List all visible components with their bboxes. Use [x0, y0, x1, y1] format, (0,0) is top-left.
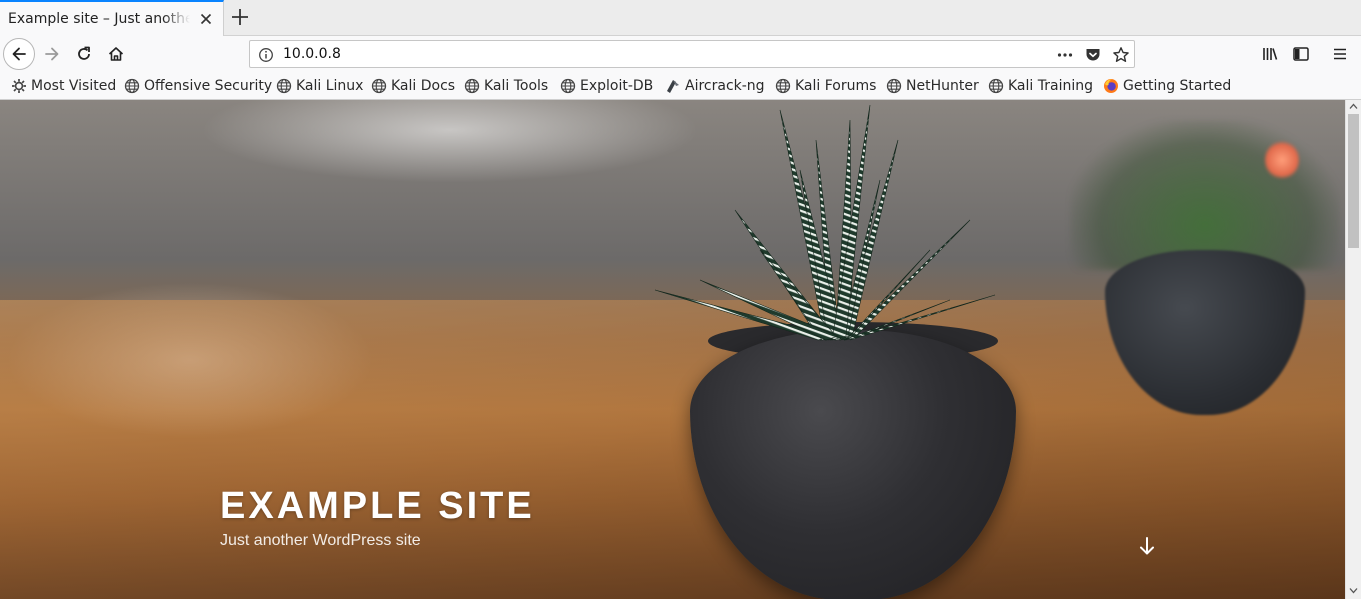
bookmark-label: Kali Tools: [484, 78, 549, 94]
globe-icon: [988, 78, 1004, 94]
hero-image: [0, 100, 1345, 599]
hamburger-menu-icon: [1334, 48, 1346, 60]
tab-title: Example site – Just another WordPress si…: [8, 11, 190, 27]
page-content: EXAMPLE SITE Just another WordPress site: [0, 100, 1345, 599]
navigation-toolbar: 10.0.0.8: [0, 36, 1361, 72]
scroll-down-small-icon[interactable]: [1349, 586, 1358, 595]
arrow-down-icon[interactable]: [1135, 534, 1159, 558]
zebra-plant: [654, 104, 996, 341]
address-bar[interactable]: 10.0.0.8: [249, 40, 1135, 68]
bookmarks-toolbar: Most Visited Offensive Security Kali Lin…: [0, 72, 1361, 100]
bookmark-label: Most Visited: [31, 78, 117, 94]
back-button[interactable]: [3, 38, 35, 70]
bookmark-kali-forums[interactable]: Kali Forums: [775, 77, 876, 95]
bookmark-label: Kali Docs: [391, 78, 456, 94]
tab-active[interactable]: Example site – Just another WordPress si…: [0, 0, 224, 36]
bookmark-getting-started[interactable]: Getting Started: [1103, 77, 1231, 95]
globe-icon: [276, 78, 292, 94]
reload-button[interactable]: [70, 40, 98, 68]
site-title[interactable]: EXAMPLE SITE: [220, 486, 535, 526]
bookmark-kali-linux[interactable]: Kali Linux: [276, 77, 363, 95]
pocket-icon[interactable]: [1084, 46, 1102, 64]
scrollbar-thumb[interactable]: [1348, 114, 1359, 248]
vertical-scrollbar[interactable]: [1345, 100, 1361, 599]
plus-icon[interactable]: [229, 6, 251, 28]
forward-button[interactable]: [38, 40, 66, 68]
ellipsis-icon[interactable]: [1056, 46, 1074, 64]
home-button[interactable]: [102, 40, 130, 68]
site-tagline: Just another WordPress site: [220, 532, 421, 549]
bookmark-label: Kali Linux: [296, 78, 364, 94]
scroll-up-icon[interactable]: [1349, 102, 1358, 111]
bookmark-kali-tools[interactable]: Kali Tools: [464, 77, 548, 95]
bookmark-label: Kali Training: [1008, 78, 1093, 94]
bookmark-nethunter[interactable]: NetHunter: [886, 77, 979, 95]
bookmark-kali-training[interactable]: Kali Training: [988, 77, 1093, 95]
globe-icon: [775, 78, 791, 94]
star-icon[interactable]: [1112, 46, 1130, 64]
background-plant: [1070, 120, 1340, 270]
bookmark-label: NetHunter: [906, 78, 979, 94]
globe-icon: [124, 78, 140, 94]
globe-icon: [560, 78, 576, 94]
firefox-icon: [1104, 79, 1118, 93]
bookmark-most-visited[interactable]: Most Visited: [11, 77, 116, 95]
globe-icon: [371, 78, 387, 94]
library-button[interactable]: [1256, 40, 1284, 68]
bookmark-label: Kali Forums: [795, 78, 877, 94]
bookmark-label: Getting Started: [1123, 78, 1232, 94]
bookmark-label: Offensive Security: [144, 78, 273, 94]
tab-strip: Example site – Just another WordPress si…: [0, 0, 1361, 36]
globe-icon: [464, 78, 480, 94]
menu-button[interactable]: [1326, 40, 1354, 68]
aircrack-icon: [667, 80, 679, 93]
bookmark-label: Aircrack-ng: [685, 78, 765, 94]
sidebar-icon: [1293, 47, 1309, 61]
gear-icon: [12, 79, 26, 93]
bookmark-label: Exploit-DB: [580, 78, 654, 94]
globe-icon: [886, 78, 902, 94]
back-arrow-icon: [12, 47, 26, 61]
sidebar-button[interactable]: [1287, 40, 1315, 68]
info-icon[interactable]: [258, 47, 274, 63]
bookmark-aircrack-ng[interactable]: Aircrack-ng: [665, 77, 765, 95]
bookmark-exploit-db[interactable]: Exploit-DB: [560, 77, 653, 95]
url-text[interactable]: 10.0.0.8: [283, 46, 341, 63]
bookmark-offensive-security[interactable]: Offensive Security: [124, 77, 272, 95]
close-icon[interactable]: [198, 11, 214, 27]
library-icon: [1263, 48, 1278, 60]
background-flower: [1265, 140, 1299, 180]
forward-arrow-icon: [45, 47, 59, 61]
home-icon: [108, 47, 124, 61]
reload-icon: [78, 46, 90, 60]
bookmark-kali-docs[interactable]: Kali Docs: [371, 77, 455, 95]
